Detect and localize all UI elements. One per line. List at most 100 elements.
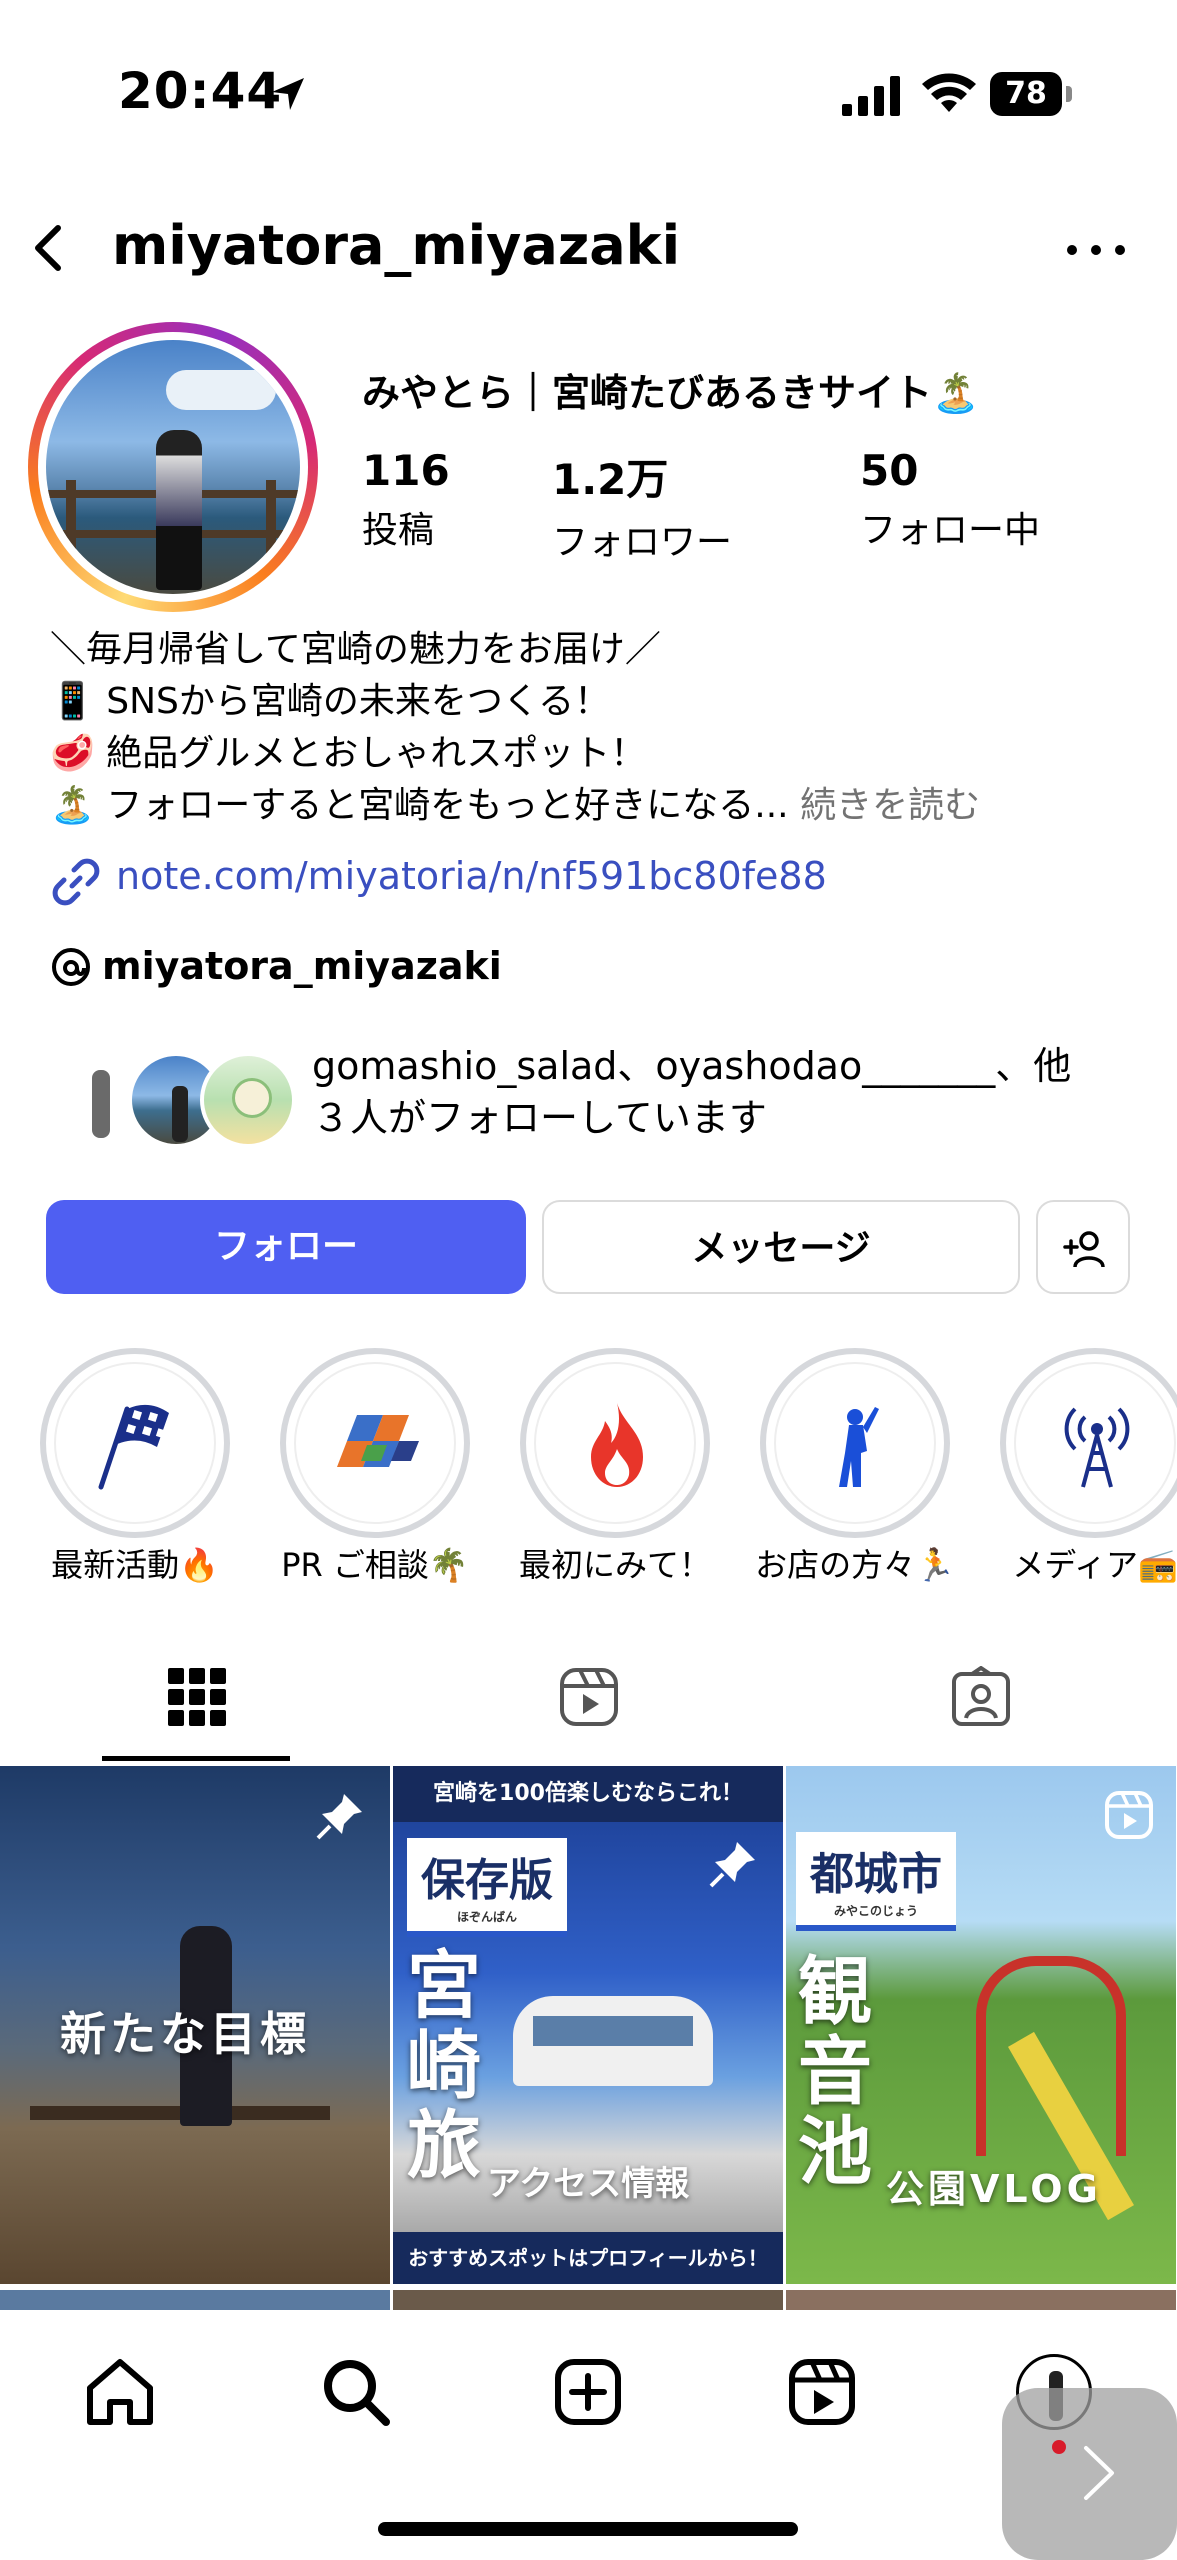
nav-home[interactable] bbox=[80, 2352, 160, 2432]
home-indicator[interactable] bbox=[378, 2522, 798, 2536]
tab-posts-grid[interactable] bbox=[0, 1640, 392, 1760]
tagged-person-icon bbox=[952, 1666, 1010, 1726]
post-subtitle: アクセス情報 bbox=[487, 2164, 690, 2204]
post-big-title: 宮崎旅 bbox=[407, 1943, 481, 2189]
highlight-ring bbox=[1000, 1348, 1177, 1538]
message-button[interactable]: メッセージ bbox=[542, 1200, 1020, 1294]
followed-by[interactable]: gomashio_salad、oyashodao_______、他 ３人がフォロ… bbox=[50, 1040, 1160, 1160]
read-more-link[interactable]: 続きを読む bbox=[800, 785, 980, 826]
threads-icon bbox=[52, 948, 90, 986]
reel-icon bbox=[1105, 1791, 1153, 1839]
followed-by-names: gomashio_salad、oyashodao_______、他 bbox=[312, 1044, 1072, 1088]
checkered-flag-icon bbox=[98, 1404, 169, 1490]
post-label: 保存版 ほぞんばん bbox=[407, 1838, 567, 1937]
stat-value: 50 bbox=[860, 446, 919, 495]
highlight-cover bbox=[774, 1362, 936, 1524]
bio-line: 🏝️ フォローすると宮崎をもっと好きになる... bbox=[50, 785, 789, 826]
tab-tagged[interactable] bbox=[784, 1640, 1176, 1760]
assistive-touch-button[interactable] bbox=[1002, 2388, 1177, 2560]
grid-icon bbox=[168, 1668, 226, 1726]
followed-by-text: gomashio_salad、oyashodao_______、他 ３人がフォロ… bbox=[312, 1040, 1162, 1144]
profile-header-bar: miyatora_miyazaki bbox=[0, 200, 1177, 300]
status-time: 20:44 bbox=[118, 62, 283, 120]
highlight-label: 最初にみて！ bbox=[518, 1546, 711, 1584]
post-label-text: 都城市 bbox=[810, 1849, 942, 1900]
pin-icon bbox=[709, 1842, 755, 1888]
back-arrow-icon[interactable] bbox=[18, 218, 78, 278]
post-bottom-banner: おすすめスポットはプロフィールから！ bbox=[393, 2232, 783, 2284]
avatar-fence-post bbox=[266, 480, 276, 594]
wifi-icon bbox=[922, 73, 976, 112]
home-icon bbox=[87, 2359, 153, 2425]
post-playground bbox=[976, 1956, 1126, 2156]
reels-icon bbox=[560, 1668, 618, 1726]
tiles-logo-icon bbox=[337, 1415, 419, 1467]
link-text[interactable]: note.com/miyatoria/n/nf591bc80fe88 bbox=[116, 854, 827, 898]
person-pointing-icon bbox=[839, 1407, 879, 1487]
bio-line-last: 🏝️ フォローすると宮崎をもっと好きになる... 続きを読む bbox=[50, 780, 1150, 832]
add-user-icon bbox=[1063, 1231, 1105, 1268]
reels-icon bbox=[789, 2359, 855, 2425]
nav-create[interactable] bbox=[548, 2352, 628, 2432]
more-options-icon[interactable] bbox=[1062, 230, 1130, 270]
stat-following[interactable]: 50 フォロー中 bbox=[860, 446, 1040, 553]
avatar-fence-post bbox=[66, 480, 76, 594]
stat-label: 投稿 bbox=[362, 510, 435, 551]
battery-tip bbox=[1066, 86, 1072, 102]
threads-handle[interactable]: miyatora_miyazaki bbox=[102, 944, 502, 988]
highlight-label: 最新活動🔥 bbox=[51, 1546, 219, 1584]
highlight-ring bbox=[520, 1348, 710, 1538]
stat-label: フォロワー bbox=[552, 522, 733, 563]
status-bar: 20:44 78 bbox=[0, 0, 1177, 190]
active-tab-indicator bbox=[102, 1756, 290, 1761]
page-title: miyatora_miyazaki bbox=[112, 214, 681, 277]
fire-icon bbox=[591, 1403, 643, 1487]
battery-level: 78 bbox=[990, 72, 1062, 116]
post-label-reading: みやこのじょう bbox=[833, 1904, 918, 1918]
highlight-cover bbox=[54, 1362, 216, 1524]
bio-line: 📱 SNSから宮崎の未来をつくる！ bbox=[50, 681, 611, 722]
highlight-cover bbox=[294, 1362, 456, 1524]
followed-by-count: ３人がフォローしています bbox=[312, 1096, 767, 1140]
highlight-ring bbox=[280, 1348, 470, 1538]
post-subtitle: 公園VLOG bbox=[886, 2167, 1102, 2211]
display-name: みやとら｜宮崎たびあるきサイト🏝️ bbox=[362, 371, 980, 415]
post-tile[interactable]: 都城市 みやこのじょう 観音池 公園VLOG bbox=[786, 1766, 1176, 2284]
nav-search[interactable] bbox=[316, 2352, 396, 2432]
highlight-ring bbox=[760, 1348, 950, 1538]
add-post-icon bbox=[555, 2359, 621, 2425]
tab-reels[interactable] bbox=[392, 1640, 784, 1760]
avatar bbox=[46, 340, 300, 594]
link-icon bbox=[52, 858, 100, 906]
profile-tabs bbox=[0, 1640, 1177, 1764]
suggested-users-button[interactable] bbox=[1036, 1200, 1130, 1294]
posts-grid: 新たな目標 宮崎を100倍楽しむならこれ！ 保存版 ほぞんばん 宮崎旅 アクセス… bbox=[0, 1766, 1177, 2286]
mutual-avatar-figure bbox=[232, 1078, 272, 1118]
post-building-windows bbox=[533, 2016, 693, 2046]
bio-line: 🥩 絶品グルメとおしゃれスポット！ bbox=[50, 733, 647, 774]
antenna-icon bbox=[1064, 1407, 1130, 1488]
highlight-label: PR ご相談🌴 bbox=[281, 1546, 469, 1584]
bio-line: ＼毎月帰省して宮崎の魅力をお届け／ bbox=[50, 629, 661, 670]
stat-followers[interactable]: 1.2万 フォロワー bbox=[552, 446, 732, 565]
post-top-banner: 宮崎を100倍楽しむならこれ！ bbox=[393, 1766, 783, 1822]
post-big-title: 観音池 bbox=[798, 1949, 872, 2195]
story-ring[interactable] bbox=[28, 322, 318, 612]
stat-posts[interactable]: 116 投稿 bbox=[362, 446, 450, 553]
stat-value: 1.2万 bbox=[552, 455, 669, 504]
avatar-cloud bbox=[166, 370, 276, 410]
post-tile[interactable]: 新たな目標 bbox=[0, 1766, 390, 2284]
highlight-ring bbox=[40, 1348, 230, 1538]
highlight-cover bbox=[534, 1362, 696, 1524]
post-label-text: 保存版 bbox=[421, 1855, 553, 1906]
nav-reels[interactable] bbox=[782, 2352, 862, 2432]
post-label: 都城市 みやこのじょう bbox=[796, 1832, 956, 1931]
follow-button[interactable]: フォロー bbox=[46, 1200, 526, 1294]
mutual-avatar-figure bbox=[172, 1086, 188, 1142]
chevron-right-icon bbox=[1084, 2446, 1114, 2500]
location-arrow-icon bbox=[272, 78, 304, 110]
post-label-reading: ほぞんばん bbox=[456, 1910, 517, 1924]
pin-icon bbox=[316, 1794, 362, 1840]
mutual-avatar-figure bbox=[92, 1070, 110, 1138]
post-tile[interactable]: 宮崎を100倍楽しむならこれ！ 保存版 ほぞんばん 宮崎旅 アクセス情報 おすす… bbox=[393, 1766, 783, 2284]
